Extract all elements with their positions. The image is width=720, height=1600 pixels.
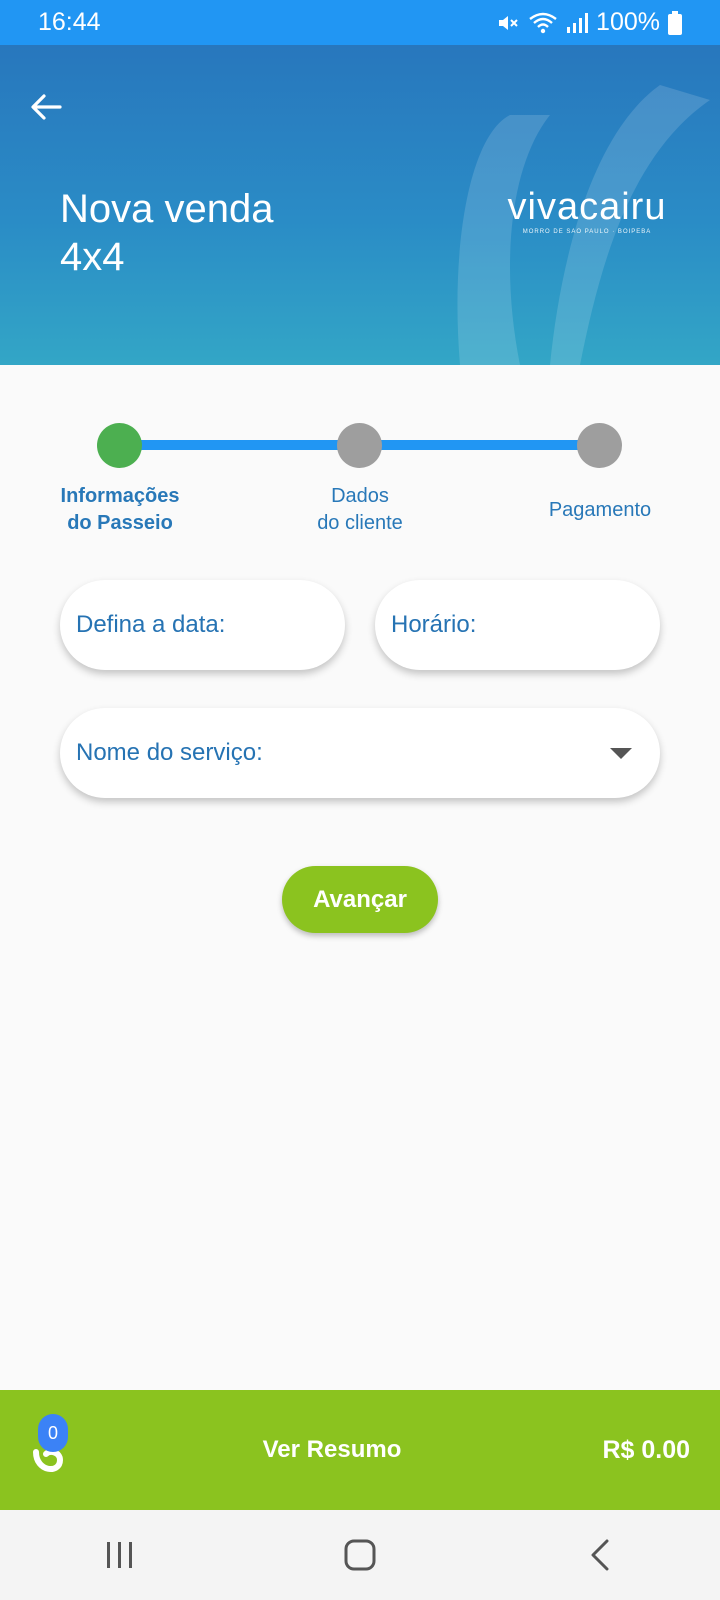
- advance-button[interactable]: Avançar: [282, 866, 438, 933]
- status-icons: 100%: [496, 8, 682, 37]
- step-label-payment-line1: Pagamento: [548, 499, 652, 521]
- home-icon: [344, 1539, 376, 1571]
- step-dot-payment: [577, 423, 622, 468]
- status-time: 16:44: [38, 8, 101, 36]
- system-back-button[interactable]: [560, 1525, 640, 1585]
- cart-total: R$ 0.00: [602, 1435, 690, 1464]
- mute-icon: [499, 15, 518, 30]
- recent-apps-icon: [107, 1542, 132, 1568]
- back-button[interactable]: [24, 85, 68, 129]
- cart-count-badge: 0: [38, 1414, 68, 1452]
- step-label-client: Dados do cliente: [260, 483, 460, 537]
- step-dot-client: [337, 423, 382, 468]
- header: Nova venda 4x4 vivacairu MORRO DE SÃO PA…: [0, 45, 720, 365]
- battery-icon: [668, 10, 682, 35]
- time-field-label: Horário:: [391, 611, 477, 638]
- page-title-line1: Nova venda: [60, 187, 274, 231]
- chevron-left-icon: [591, 1539, 609, 1571]
- page-title-line2: 4x4: [60, 235, 125, 279]
- recent-apps-button[interactable]: [80, 1525, 160, 1585]
- progress-stepper: Informações do Passeio Dados do cliente …: [0, 420, 720, 540]
- step-connector-1: [120, 440, 360, 450]
- step-label-client-line1: Dados: [331, 485, 389, 507]
- service-select[interactable]: Nome do serviço:: [60, 708, 660, 798]
- step-dot-info: [97, 423, 142, 468]
- date-field-label: Defina a data:: [76, 611, 226, 638]
- battery-percent: 100%: [596, 8, 660, 36]
- status-bar: 16:44 100%: [0, 0, 720, 45]
- brand-logo: vivacairu MORRO DE SÃO PAULO · BOIPEBA: [496, 187, 678, 235]
- arrow-left-icon: [31, 94, 62, 120]
- system-nav-bar: [0, 1510, 720, 1600]
- service-select-label: Nome do serviço:: [76, 739, 263, 766]
- step-label-info-line2: do Passeio: [67, 512, 173, 534]
- summary-bar[interactable]: 0 Ver Resumo R$ 0.00: [0, 1390, 720, 1510]
- logo-wordmark: vivacairu: [507, 186, 667, 228]
- view-summary-button[interactable]: Ver Resumo: [232, 1390, 432, 1510]
- logo-subtitle: MORRO DE SÃO PAULO · BOIPEBA: [522, 229, 652, 235]
- page-title: Nova venda 4x4: [60, 185, 273, 281]
- date-field[interactable]: Defina a data:: [60, 580, 345, 670]
- step-label-info-line1: Informações: [60, 485, 180, 507]
- step-label-client-line2: do cliente: [317, 512, 403, 534]
- step-label-info: Informações do Passeio: [20, 483, 220, 537]
- wifi-icon: [529, 12, 557, 33]
- home-button[interactable]: [320, 1525, 400, 1585]
- signal-icon: [567, 12, 589, 33]
- caret-down-icon: [610, 748, 632, 759]
- step-connector-2: [360, 440, 600, 450]
- time-field[interactable]: Horário:: [375, 580, 660, 670]
- step-label-payment: Pagamento: [500, 497, 700, 524]
